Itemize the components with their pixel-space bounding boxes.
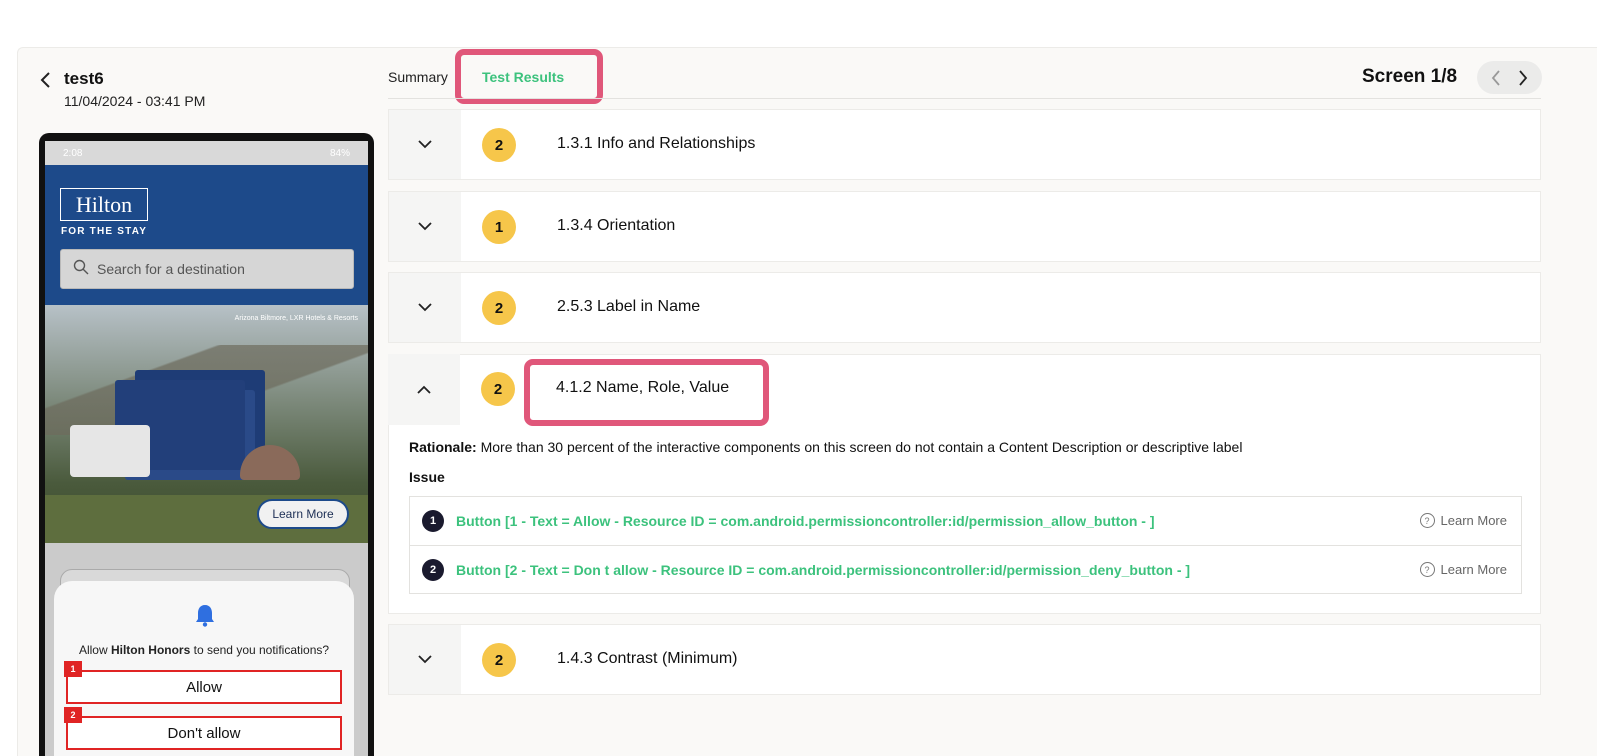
annotation-badge-1: 1 [64,661,82,677]
tab-summary[interactable]: Summary [388,69,448,85]
result-row: 1 1.3.4 Orientation [388,191,1541,262]
collapse-toggle[interactable] [388,354,460,425]
hero-learn-more-button[interactable]: Learn More [257,499,349,529]
status-battery: 84% [329,147,350,159]
hilton-logo: Hilton [60,188,148,221]
hero-image: Arizona Biltmore, LXR Hotels & Resorts L… [45,305,368,543]
phone-preview: 2:08 84% Hilton FOR THE STAY Search for … [39,133,374,756]
issue-count-badge: 1 [482,210,516,244]
phone-status-bar: 2:08 84% [45,141,368,165]
criterion-title: 1.4.3 Contrast (Minimum) [557,650,738,667]
dont-allow-button[interactable]: Don't allow [66,716,342,750]
chevron-up-icon [417,381,431,399]
expand-toggle[interactable] [389,110,461,179]
expand-toggle[interactable] [389,625,461,694]
issue-number: 1 [422,510,444,532]
learn-more-link[interactable]: ? Learn More [1419,562,1507,577]
expanded-row-header: 2 4.1.2 Name, Role, Value [388,354,1541,425]
notification-permission-dialog: Allow Hilton Honors to send you notifica… [54,581,354,756]
hilton-tagline: FOR THE STAY [61,226,148,237]
search-icon [73,259,89,280]
criterion-title: 1.3.4 Orientation [557,217,676,234]
tabs-divider [388,98,1541,99]
chevron-down-icon [418,299,432,317]
issue-count-badge: 2 [481,372,515,406]
screen-pager [1477,61,1542,94]
project-date: 11/04/2024 - 03:41 PM [64,93,206,109]
credit-card-graphic [70,425,150,477]
hilton-header: Hilton FOR THE STAY Search for a destina… [45,165,368,305]
screen-counter: Screen 1/8 [1362,66,1458,87]
help-icon: ? [1419,562,1435,577]
back-arrow-icon[interactable] [37,70,55,90]
hero-location: Arizona Biltmore, LXR Hotels & Resorts [234,315,358,322]
issue-count-badge: 2 [482,643,516,677]
help-icon: ? [1419,513,1435,528]
dialog-app-name: Hilton Honors [110,643,191,657]
project-title: test6 [64,69,104,88]
issue-link[interactable]: Button [1 - Text = Allow - Resource ID =… [456,513,1155,529]
status-time: 2:08 [63,147,83,159]
annotation-badge-2: 2 [64,707,82,723]
issue-link[interactable]: Button [2 - Text = Don t allow - Resourc… [456,562,1190,578]
dialog-message: Allow Hilton Honors to send you notifica… [78,643,330,657]
rationale-body: More than 30 percent of the interactive … [480,439,1243,455]
tab-test-results[interactable]: Test Results [482,69,564,85]
learn-more-link[interactable]: ? Learn More [1419,513,1507,528]
issue-item: 2 Button [2 - Text = Don t allow - Resou… [410,545,1521,593]
result-row: 2 1.3.1 Info and Relationships [388,109,1541,180]
destination-search-input[interactable]: Search for a destination [60,249,354,289]
criterion-title: 2.5.3 Label in Name [557,298,701,315]
rationale-label: Rationale: [409,439,477,455]
allow-button[interactable]: Allow [66,670,342,704]
prev-screen-icon[interactable] [1486,68,1506,88]
search-placeholder: Search for a destination [97,261,245,277]
hilton-logo-text: Hilton [75,191,133,217]
issue-list: 1 Button [1 - Text = Allow - Resource ID… [409,496,1522,594]
chevron-down-icon [418,218,432,236]
result-row: 2 2.5.3 Label in Name [388,272,1541,343]
issue-count-badge: 2 [482,128,516,162]
next-screen-icon[interactable] [1513,68,1533,88]
phone-screen: 2:08 84% Hilton FOR THE STAY Search for … [45,141,368,756]
result-row: 2 1.4.3 Contrast (Minimum) [388,624,1541,695]
expand-toggle[interactable] [389,273,461,342]
result-row-expanded: 2 4.1.2 Name, Role, Value Rationale: Mor… [388,354,1541,614]
issue-count-badge: 2 [482,291,516,325]
chevron-down-icon [418,136,432,154]
chevron-down-icon [418,651,432,669]
rationale-text: Rationale: More than 30 percent of the i… [409,439,1242,455]
bell-icon [194,603,216,632]
issue-item: 1 Button [1 - Text = Allow - Resource ID… [410,497,1521,545]
issue-heading: Issue [409,469,445,485]
issue-number: 2 [422,558,444,581]
criterion-title: 1.3.1 Info and Relationships [557,135,756,152]
expand-toggle[interactable] [389,192,461,261]
criterion-title: 4.1.2 Name, Role, Value [556,379,730,396]
firepit-graphic [240,445,300,480]
